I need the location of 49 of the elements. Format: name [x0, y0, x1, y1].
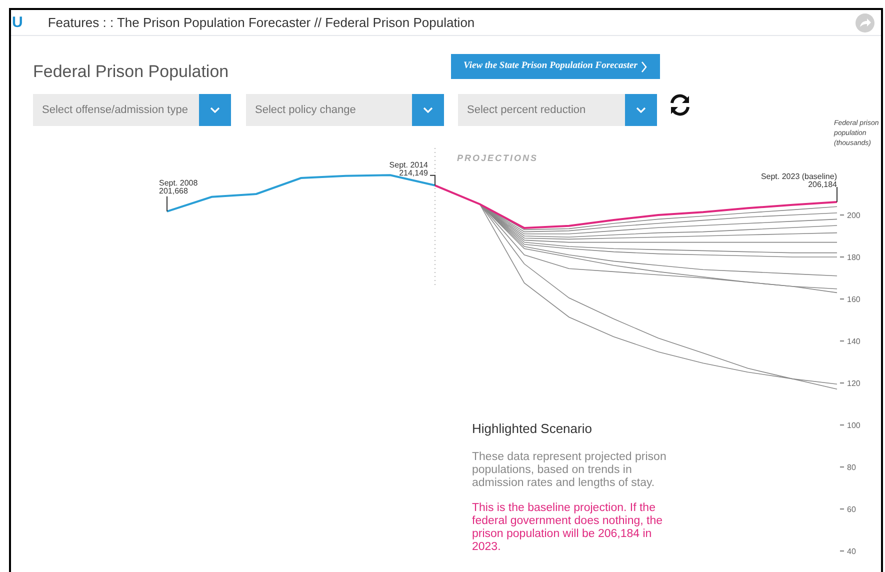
- axis-tick: [840, 466, 844, 468]
- axis-label: 140: [847, 337, 860, 346]
- scenario-description: These data represent projected prison populations, based on trends in admission rates and lengths of stay.: [472, 450, 668, 490]
- dropdown[interactable]: Select offense/admission type: [33, 94, 231, 126]
- callout-label: Sept. 2014: [389, 160, 428, 170]
- dropdown-toggle[interactable]: [412, 94, 444, 126]
- dropdown-toggle[interactable]: [199, 94, 231, 126]
- dropdown-placeholder: Select policy change: [254, 102, 357, 118]
- axis-tick: [840, 340, 844, 342]
- callout-label: Sept. 2023 (baseline): [760, 172, 837, 181]
- callout-value: 206,184: [808, 180, 837, 189]
- axis-label: 60: [847, 505, 856, 514]
- dropdown[interactable]: Select policy change: [246, 94, 444, 126]
- axis-label: 160: [847, 295, 860, 304]
- axis-tick: [840, 424, 844, 426]
- axis-label: 40: [847, 547, 856, 556]
- axis-tick: [840, 382, 844, 384]
- dropdown-toggle[interactable]: [625, 94, 657, 126]
- axis-tick: [840, 298, 844, 300]
- callout-value: 214,149: [399, 168, 428, 178]
- callout-value: 201,668: [159, 186, 188, 196]
- scenario-heading: Highlighted Scenario: [472, 420, 593, 438]
- axis-label: 200: [847, 211, 860, 220]
- dropdown[interactable]: Select percent reduction: [458, 94, 657, 126]
- page-title: Federal Prison Population: [33, 61, 229, 83]
- leader-line: [836, 186, 838, 202]
- dropdown-placeholder: Select percent reduction: [466, 102, 587, 118]
- axis-tick: [840, 214, 844, 216]
- axis-label: 80: [847, 463, 856, 472]
- axis-tick: [840, 508, 844, 510]
- scenario-highlight: This is the baseline projection. If the federal government does nothing, the prison population will be 206,184 in 2023.: [472, 502, 664, 554]
- dropdown-placeholder: Select offense/admission type: [41, 102, 189, 118]
- axis-tick: [840, 550, 844, 552]
- axis-label: 100: [847, 421, 860, 430]
- axis-tick: [840, 256, 844, 258]
- logo: U: [12, 15, 23, 30]
- leader-line: [166, 196, 168, 212]
- state-forecaster-link[interactable]: View the State Prison Population Forecaster: [451, 54, 660, 79]
- leader-line: [430, 174, 436, 186]
- chevron-down-icon: [423, 107, 433, 113]
- refresh-icon[interactable]: [668, 93, 692, 117]
- page-header-title: Features : : The Prison Population Forecaster // Federal Prison Population: [48, 14, 475, 32]
- axis-label: 180: [847, 253, 860, 262]
- chevron-down-icon: [210, 107, 220, 113]
- axis-label: 120: [847, 379, 860, 388]
- chevron-down-icon: [636, 107, 646, 113]
- callout-label: Sept. 2008: [159, 178, 198, 188]
- chevron-right-icon: [641, 60, 648, 72]
- projections-label: PROJECTIONS: [457, 152, 538, 165]
